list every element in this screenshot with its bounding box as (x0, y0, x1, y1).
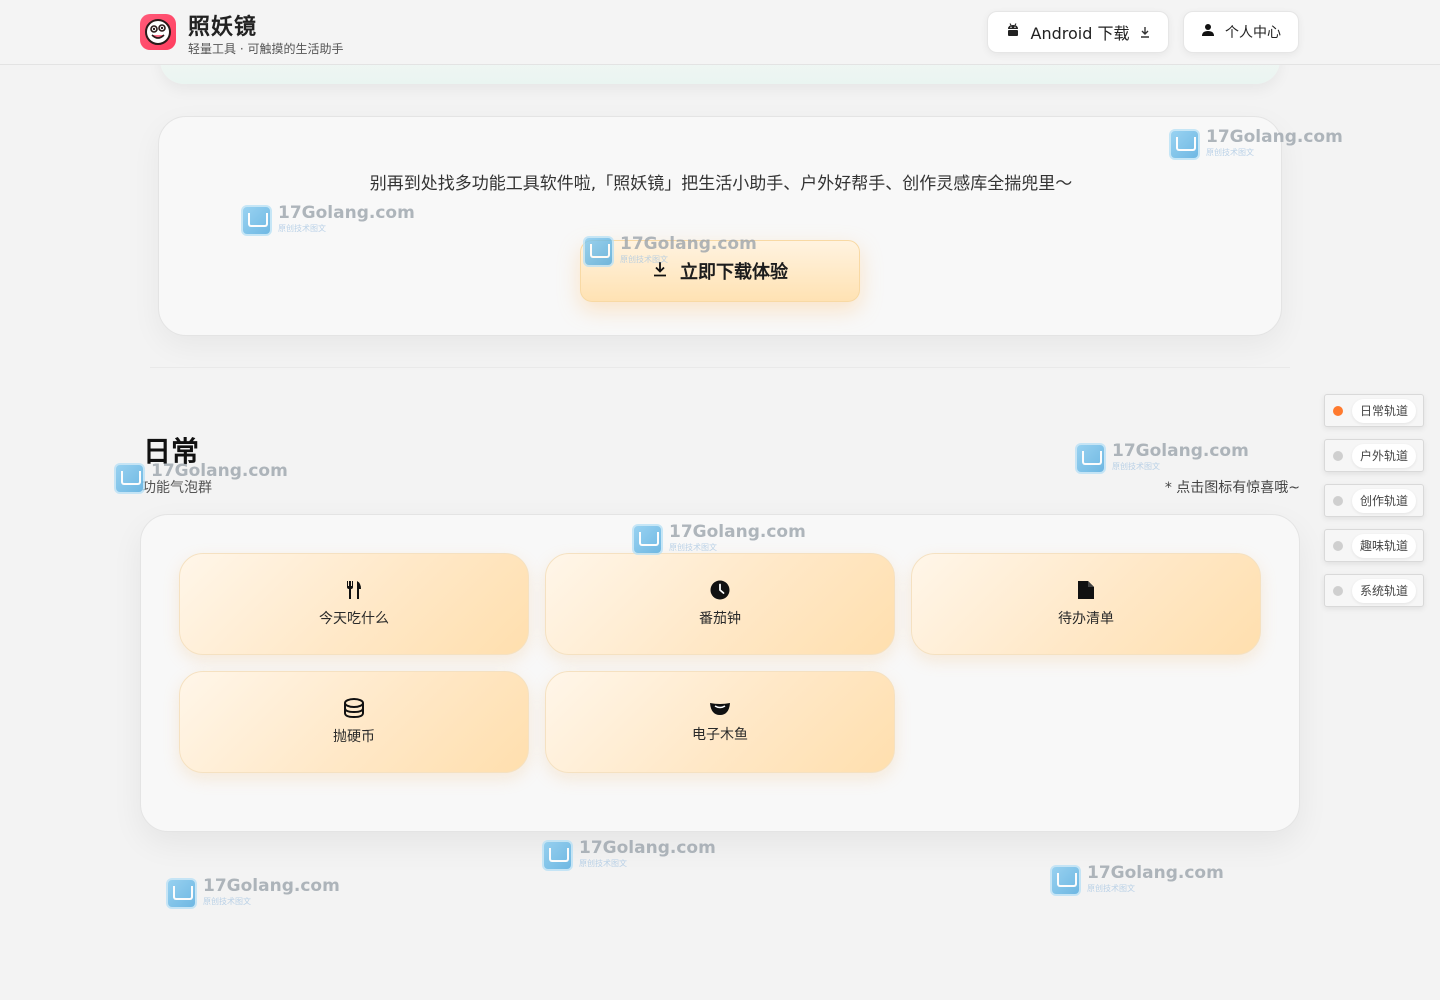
android-download-button[interactable]: Android 下载 (987, 11, 1169, 53)
watermark-text: 17Golang.com (1087, 863, 1224, 883)
watermark-subtext: 原创技术图文 (203, 897, 251, 906)
side-nav-system[interactable]: 系统轨道 (1324, 574, 1424, 607)
promo-card: 别再到处找多功能工具软件啦,「照妖镜」把生活小助手、户外好帮手、创作灵感库全揣兜… (158, 116, 1282, 336)
watermark: 17Golang.com 原创技术图文 (166, 878, 340, 910)
fork-knife-icon (345, 580, 363, 600)
user-icon (1201, 23, 1215, 41)
side-nav-label: 创作轨道 (1352, 489, 1417, 513)
side-nav-label: 趣味轨道 (1352, 534, 1417, 558)
tool-todo-list[interactable]: 待办清单 (911, 553, 1261, 655)
download-icon (652, 261, 668, 282)
inactive-dot-icon (1333, 586, 1343, 596)
inactive-dot-icon (1333, 451, 1343, 461)
watermark: 17Golang.com 原创技术图文 (542, 840, 716, 872)
section-subtitle: 功能气泡群 (142, 480, 212, 496)
active-dot-icon (1333, 406, 1343, 416)
download-icon (1139, 23, 1151, 42)
watermark-subtext: 原创技术图文 (1087, 884, 1135, 893)
watermark: 17Golang.com 原创技术图文 (1075, 443, 1249, 475)
tool-label: 番茄钟 (699, 611, 741, 627)
tool-label: 待办清单 (1058, 611, 1114, 627)
side-nav-daily[interactable]: 日常轨道 (1324, 394, 1424, 427)
side-nav-label: 日常轨道 (1352, 399, 1417, 423)
watermark-text: 17Golang.com (203, 876, 340, 896)
app-name[interactable]: 照妖镜 (188, 9, 257, 41)
section-title: 日常 (143, 435, 200, 468)
watermark: 17Golang.com 原创技术图文 (1050, 865, 1224, 897)
watermark-logo-icon (166, 878, 197, 909)
watermark-subtext: 原创技术图文 (1112, 462, 1160, 471)
side-nav-fun[interactable]: 趣味轨道 (1324, 529, 1424, 562)
watermark-logo-icon (114, 463, 145, 494)
tool-pomodoro[interactable]: 番茄钟 (545, 553, 895, 655)
inactive-dot-icon (1333, 496, 1343, 506)
watermark-logo-icon (1075, 443, 1106, 474)
watermark-logo-icon (1050, 865, 1081, 896)
app-logo-icon[interactable] (140, 14, 176, 50)
side-nav-label: 户外轨道 (1352, 444, 1417, 468)
user-center-label: 个人中心 (1225, 25, 1281, 41)
side-nav-label: 系统轨道 (1352, 579, 1417, 603)
side-nav-creative[interactable]: 创作轨道 (1324, 484, 1424, 517)
wooden-fish-icon (709, 700, 731, 716)
watermark-logo-icon (542, 840, 573, 871)
download-now-button[interactable]: 立即下载体验 (580, 240, 860, 302)
clock-icon (710, 580, 730, 600)
tool-panel: 今天吃什么 番茄钟 待办清单 抛硬币 电子木鱼 (140, 514, 1300, 832)
promo-text: 别再到处找多功能工具软件啦,「照妖镜」把生活小助手、户外好帮手、创作灵感库全揣兜… (369, 174, 1073, 194)
section-divider (150, 367, 1290, 368)
android-download-label: Android 下载 (1030, 24, 1130, 43)
tool-label: 电子木鱼 (692, 727, 748, 743)
app-tagline: 轻量工具 · 可触摸的生活助手 (188, 42, 344, 56)
section-hint: * 点击图标有惊喜哦~ (1164, 480, 1300, 496)
inactive-dot-icon (1333, 541, 1343, 551)
side-nav-outdoor[interactable]: 户外轨道 (1324, 439, 1424, 472)
watermark-subtext: 原创技术图文 (579, 859, 627, 868)
user-center-button[interactable]: 个人中心 (1183, 11, 1299, 53)
watermark-text: 17Golang.com (1112, 441, 1249, 461)
top-header: 照妖镜 轻量工具 · 可触摸的生活助手 Android 下载 个人中心 (0, 0, 1440, 65)
download-now-label: 立即下载体验 (680, 262, 788, 283)
android-icon (1005, 22, 1021, 42)
tool-label: 抛硬币 (333, 729, 375, 745)
tool-what-to-eat[interactable]: 今天吃什么 (179, 553, 529, 655)
coins-icon (343, 698, 365, 718)
tool-label: 今天吃什么 (319, 611, 389, 627)
tool-coin-flip[interactable]: 抛硬币 (179, 671, 529, 773)
tool-wooden-fish[interactable]: 电子木鱼 (545, 671, 895, 773)
document-icon (1077, 580, 1095, 600)
watermark-text: 17Golang.com (579, 838, 716, 858)
